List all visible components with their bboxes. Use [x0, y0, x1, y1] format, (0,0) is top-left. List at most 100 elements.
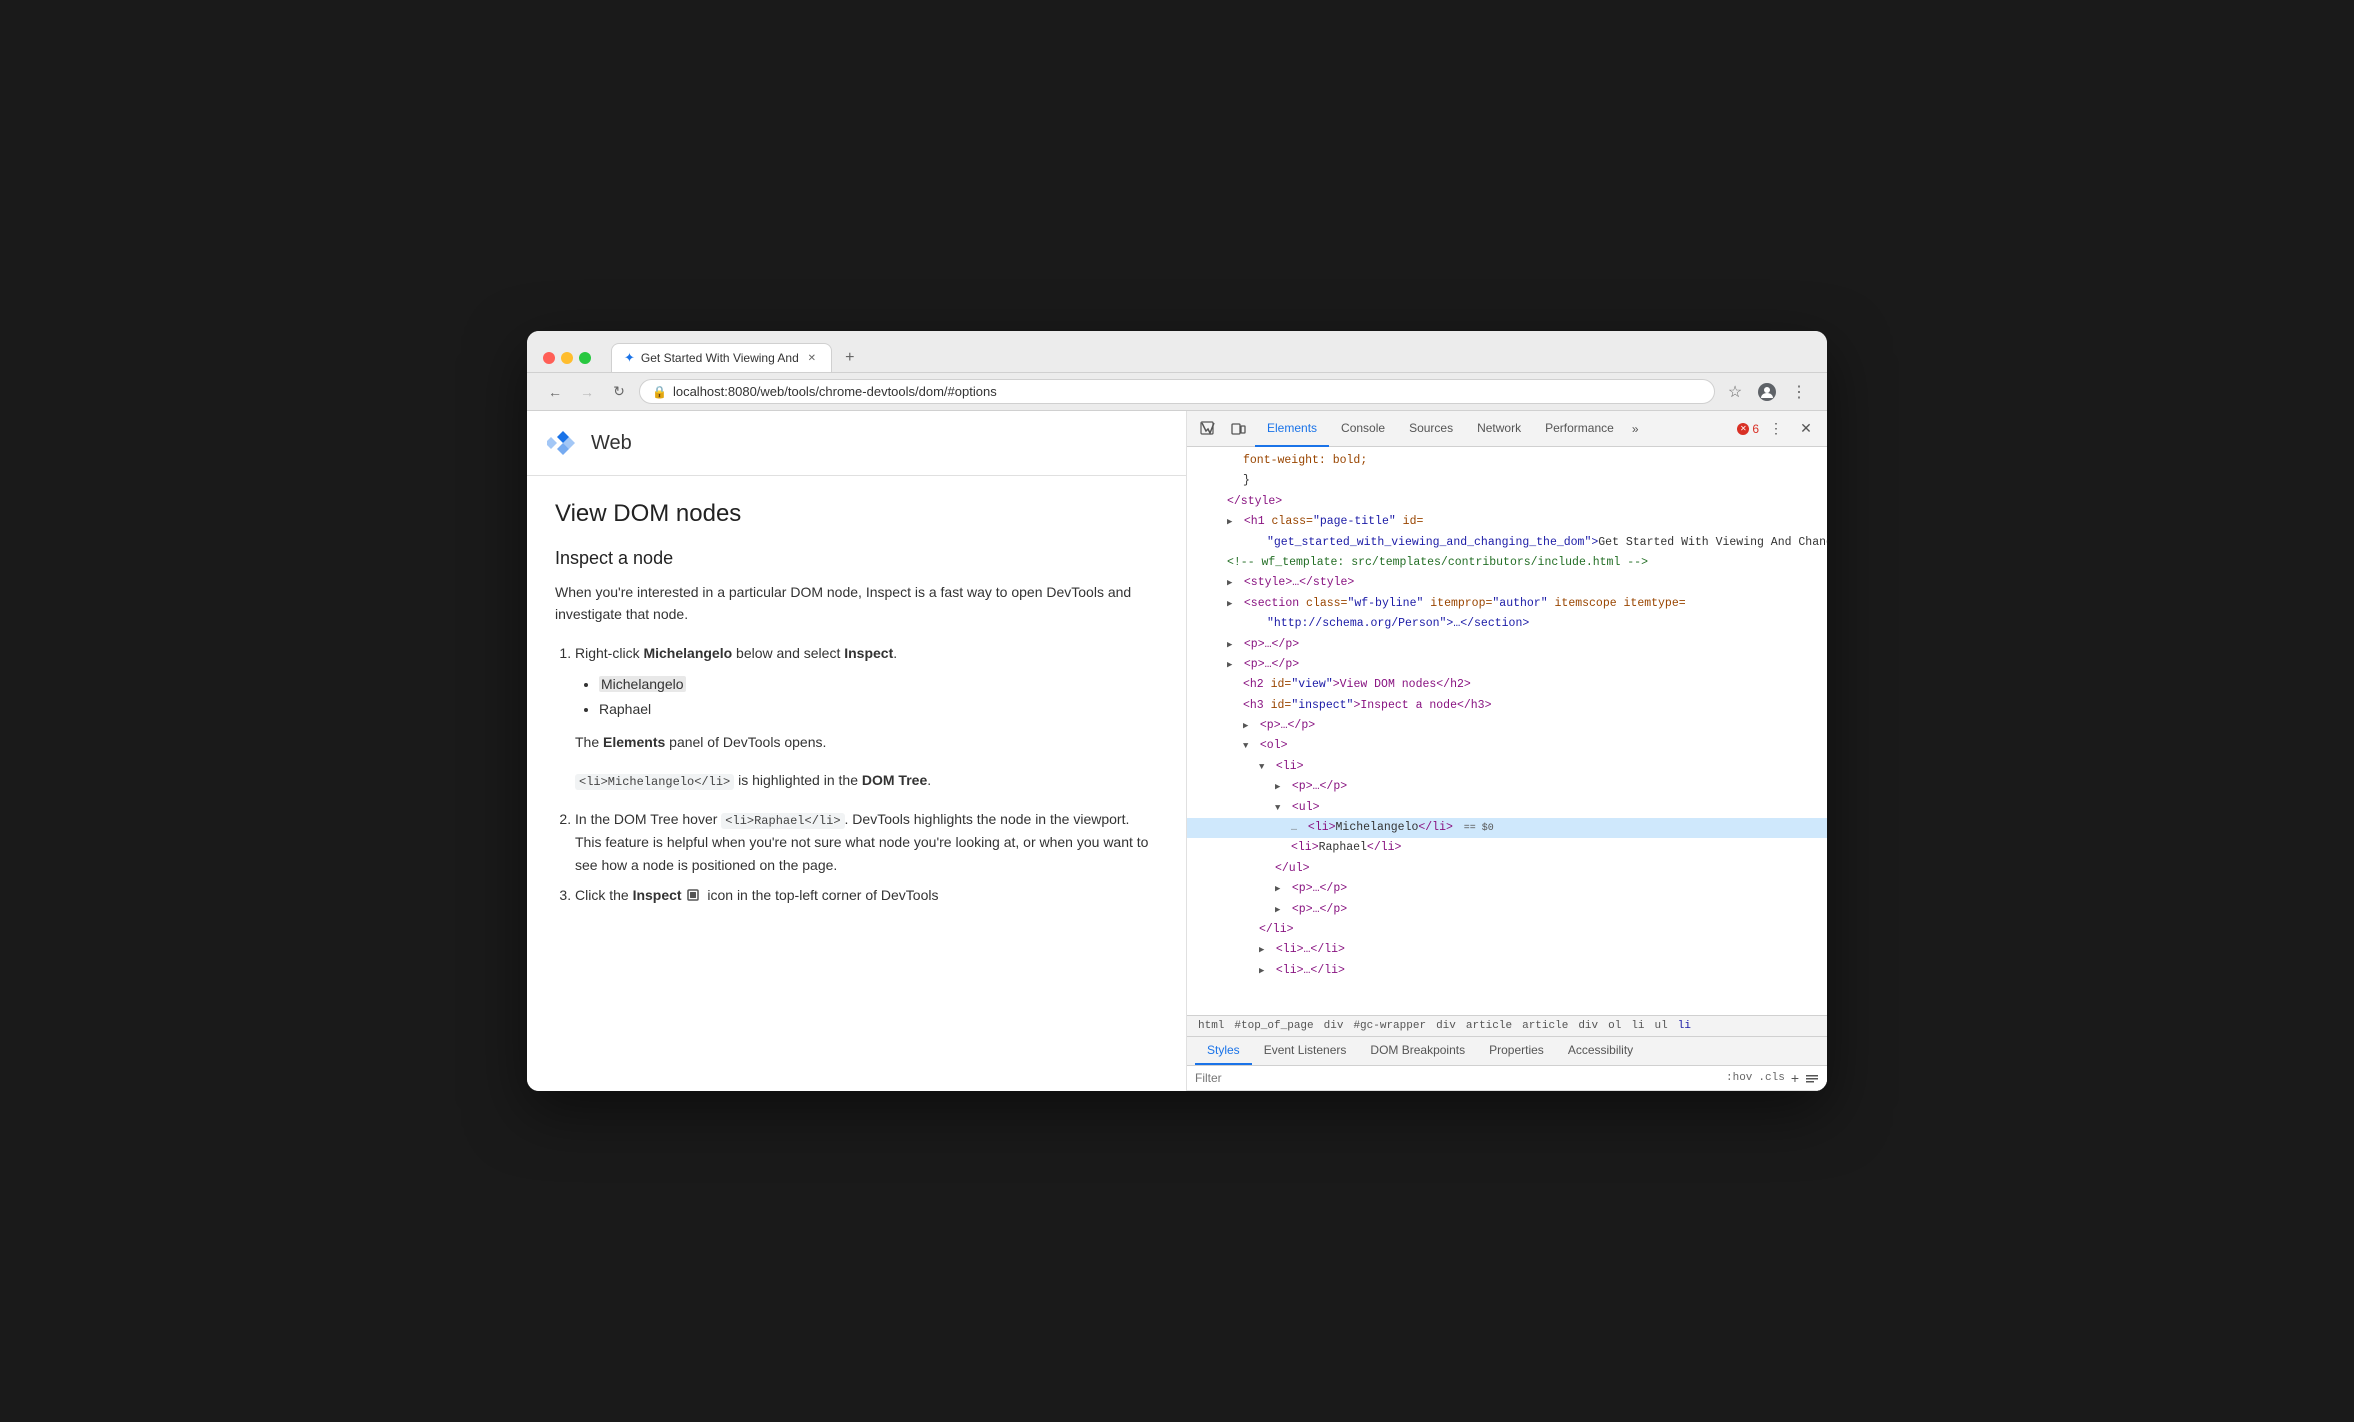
breadcrumb-li-1[interactable]: li — [1628, 1019, 1647, 1033]
dom-line[interactable]: ▶ <li>…</li> — [1187, 940, 1827, 960]
breadcrumb-html[interactable]: html — [1195, 1019, 1227, 1033]
expand-icon[interactable]: ▶ — [1259, 964, 1269, 978]
account-icon[interactable] — [1755, 380, 1779, 404]
expand-icon[interactable]: ▶ — [1227, 576, 1237, 590]
reload-button[interactable]: ↻ — [607, 380, 631, 404]
expand-icon[interactable]: ▶ — [1243, 719, 1253, 733]
breadcrumb-div-3[interactable]: div — [1575, 1019, 1601, 1033]
traffic-lights — [543, 352, 591, 364]
dom-line[interactable]: <li>Raphael</li> — [1187, 838, 1827, 858]
cls-pseudo-filter[interactable]: .cls — [1758, 1072, 1784, 1084]
breadcrumb-article-2[interactable]: article — [1519, 1019, 1571, 1033]
expand-icon[interactable]: ▶ — [1259, 943, 1269, 957]
dom-line[interactable]: ▶ <section class="wf-byline" itemprop="a… — [1187, 594, 1827, 614]
breadcrumb-top-of-page[interactable]: #top_of_page — [1231, 1019, 1316, 1033]
inspect-element-icon[interactable] — [1195, 416, 1221, 442]
tab-network[interactable]: Network — [1465, 411, 1533, 447]
more-tabs-button[interactable]: » — [1626, 422, 1645, 436]
current-element-indicator: == $0 — [1464, 823, 1494, 834]
dom-line[interactable]: ▼ <li> — [1187, 757, 1827, 777]
dom-line-text: <li> — [1291, 841, 1319, 854]
menu-icon[interactable]: ⋮ — [1787, 380, 1811, 404]
instructions-list: Right-click Michelangelo below and selec… — [555, 642, 1158, 907]
expand-icon[interactable]: ▶ — [1227, 658, 1237, 672]
tab-dom-breakpoints[interactable]: DOM Breakpoints — [1358, 1037, 1477, 1065]
device-toggle-icon[interactable] — [1225, 416, 1251, 442]
dom-line[interactable]: ▼ <ul> — [1187, 798, 1827, 818]
new-style-rule-icon[interactable] — [1805, 1071, 1819, 1085]
close-window-button[interactable] — [543, 352, 555, 364]
tab-accessibility[interactable]: Accessibility — [1556, 1037, 1645, 1065]
new-tab-button[interactable]: + — [836, 344, 864, 372]
tab-close-button[interactable]: ✕ — [805, 351, 819, 365]
tab-console[interactable]: Console — [1329, 411, 1397, 447]
dom-line[interactable]: <!-- wf_template: src/templates/contribu… — [1187, 553, 1827, 573]
breadcrumb-li-2[interactable]: li — [1675, 1019, 1694, 1033]
dom-line-text: </style> — [1227, 495, 1282, 508]
inspect-icon — [687, 889, 701, 903]
hover-pseudo-filter[interactable]: :hov — [1726, 1072, 1752, 1084]
dom-line[interactable]: ▶ <p>…</p> — [1187, 716, 1827, 736]
dom-line[interactable]: font-weight: bold; — [1187, 451, 1827, 471]
dom-line[interactable]: ▶ <p>…</p> — [1187, 777, 1827, 797]
dom-tree[interactable]: font-weight: bold; } </style> ▶ <h1 clas… — [1187, 447, 1827, 1015]
expand-icon[interactable]: ▶ — [1227, 597, 1237, 611]
devtools-settings-icon[interactable]: ⋮ — [1763, 416, 1789, 442]
dom-line[interactable]: "get_started_with_viewing_and_changing_t… — [1187, 533, 1827, 553]
dom-line[interactable]: ▶ <li>…</li> — [1187, 961, 1827, 981]
back-button[interactable]: ← — [543, 380, 567, 404]
dom-line-michelangelo[interactable]: … <li>Michelangelo</li> == $0 — [1187, 818, 1827, 838]
breadcrumb-ul[interactable]: ul — [1652, 1019, 1671, 1033]
tab-favicon-icon: ✦ — [624, 350, 635, 366]
tab-elements[interactable]: Elements — [1255, 411, 1329, 447]
dom-line[interactable]: </style> — [1187, 492, 1827, 512]
devtools-close-icon[interactable]: ✕ — [1793, 416, 1819, 442]
breadcrumb-div-1[interactable]: div — [1321, 1019, 1347, 1033]
expand-icon[interactable]: ▶ — [1275, 882, 1285, 896]
dom-line-text: "http://schema.org/Person">…</section> — [1267, 617, 1529, 630]
address-bar[interactable]: 🔒 localhost:8080/web/tools/chrome-devtoo… — [639, 379, 1715, 404]
tab-sources[interactable]: Sources — [1397, 411, 1465, 447]
expand-icon[interactable]: ▼ — [1275, 801, 1285, 815]
expand-icon[interactable]: ▶ — [1275, 780, 1285, 794]
dom-line-text: font-weight: bold; — [1243, 454, 1367, 467]
tab-properties[interactable]: Properties — [1477, 1037, 1556, 1065]
dom-line-text: </ul> — [1275, 862, 1310, 875]
dom-line[interactable]: ▼ <ol> — [1187, 736, 1827, 756]
maximize-window-button[interactable] — [579, 352, 591, 364]
active-tab[interactable]: ✦ Get Started With Viewing And ✕ — [611, 343, 832, 372]
dom-line[interactable]: ▶ <p>…</p> — [1187, 655, 1827, 675]
breadcrumb-div-2[interactable]: div — [1433, 1019, 1459, 1033]
dom-line[interactable]: "http://schema.org/Person">…</section> — [1187, 614, 1827, 634]
dom-line[interactable]: ▶ <p>…</p> — [1187, 900, 1827, 920]
dom-line[interactable]: ▶ <p>…</p> — [1187, 635, 1827, 655]
dom-line[interactable]: <h3 id="inspect">Inspect a node</h3> — [1187, 696, 1827, 716]
dom-line[interactable]: ▶ <p>…</p> — [1187, 879, 1827, 899]
expand-icon[interactable]: ▼ — [1243, 739, 1253, 753]
dom-line[interactable]: } — [1187, 471, 1827, 491]
dom-line[interactable]: </ul> — [1187, 859, 1827, 879]
expand-icon[interactable]: ▶ — [1227, 515, 1237, 529]
expand-icon[interactable]: ▶ — [1227, 638, 1237, 652]
add-style-button[interactable]: + — [1791, 1070, 1799, 1086]
breadcrumb-gc-wrapper[interactable]: #gc-wrapper — [1350, 1019, 1429, 1033]
forward-button[interactable]: → — [575, 380, 599, 404]
expand-icon[interactable]: ▶ — [1275, 903, 1285, 917]
inspect-bold-2: Inspect — [633, 887, 682, 903]
tab-styles[interactable]: Styles — [1195, 1037, 1252, 1065]
filter-input[interactable] — [1195, 1071, 1720, 1085]
tab-event-listeners[interactable]: Event Listeners — [1252, 1037, 1359, 1065]
dom-line[interactable]: </li> — [1187, 920, 1827, 940]
breadcrumb-ol[interactable]: ol — [1605, 1019, 1624, 1033]
dom-line-text: <li>…</li> — [1276, 943, 1345, 956]
expand-icon[interactable]: ▼ — [1259, 760, 1269, 774]
dom-line[interactable]: ▶ <h1 class="page-title" id= — [1187, 512, 1827, 532]
address-bar-row: ← → ↻ 🔒 localhost:8080/web/tools/chrome-… — [527, 373, 1827, 411]
dom-line-text: <h1 — [1244, 515, 1272, 528]
bookmark-icon[interactable]: ☆ — [1723, 380, 1747, 404]
tab-performance[interactable]: Performance — [1533, 411, 1626, 447]
dom-line[interactable]: <h2 id="view">View DOM nodes</h2> — [1187, 675, 1827, 695]
breadcrumb-article-1[interactable]: article — [1463, 1019, 1515, 1033]
dom-line[interactable]: ▶ <style>…</style> — [1187, 573, 1827, 593]
minimize-window-button[interactable] — [561, 352, 573, 364]
